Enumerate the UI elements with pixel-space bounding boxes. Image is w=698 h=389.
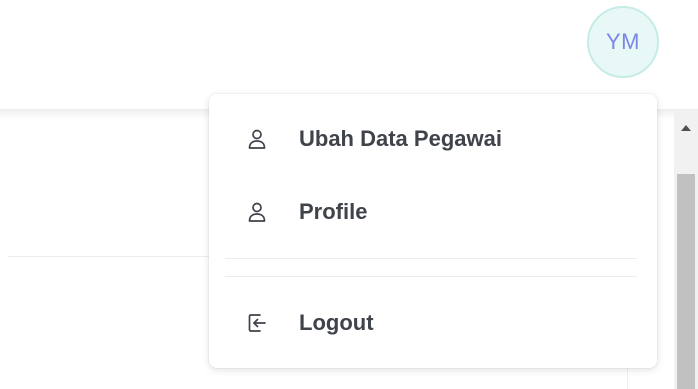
menu-item-label: Ubah Data Pegawai	[299, 126, 502, 151]
user-icon	[248, 129, 266, 149]
menu-divider	[225, 258, 637, 259]
menu-item-logout[interactable]: Logout	[209, 295, 657, 351]
page: YM Ubah Data Pegawai Profile Logout	[0, 0, 698, 389]
menu-divider	[225, 276, 637, 277]
user-dropdown-menu: Ubah Data Pegawai Profile Logout	[209, 94, 657, 368]
scrollbar-thumb[interactable]	[677, 174, 695, 389]
menu-item-label: Profile	[299, 199, 368, 224]
user-icon	[248, 202, 266, 222]
menu-item-label: Logout	[299, 310, 374, 335]
menu-item-ubah-data-pegawai[interactable]: Ubah Data Pegawai	[209, 111, 657, 167]
logout-icon	[248, 314, 266, 332]
avatar[interactable]: YM	[587, 6, 659, 78]
menu-item-profile[interactable]: Profile	[209, 184, 657, 240]
scrollbar-up-arrow-icon[interactable]	[676, 118, 696, 138]
